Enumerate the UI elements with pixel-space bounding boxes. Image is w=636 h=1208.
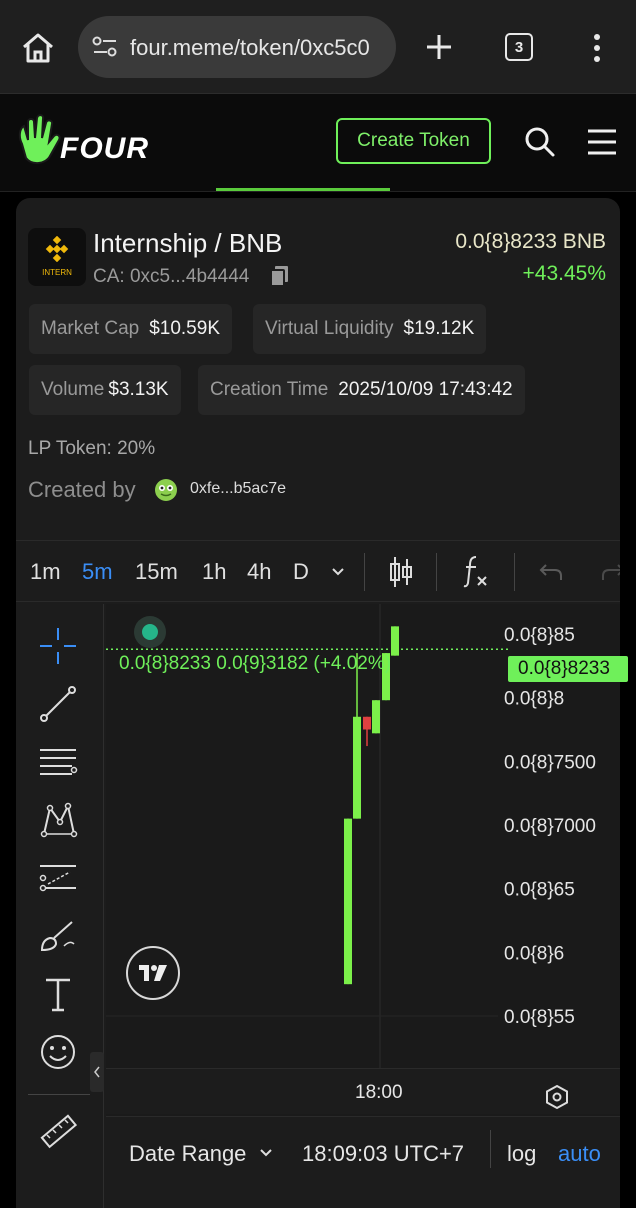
creation-time-stat: Creation Time 2025/10/09 17:43:42 — [198, 365, 525, 415]
search-icon[interactable] — [524, 126, 556, 158]
auto-scale-toggle[interactable]: auto — [558, 1141, 601, 1167]
chevron-down-icon[interactable] — [330, 565, 346, 577]
creation-time-value: 2025/10/09 17:43:42 — [338, 379, 513, 400]
date-range-button[interactable]: Date Range — [129, 1141, 246, 1167]
market-cap-stat: Market Cap $10.59K — [29, 304, 232, 354]
last-price-badge: 0.0{8}8233 — [508, 656, 628, 682]
timeframe-1m[interactable]: 1m — [30, 559, 61, 585]
y-tick-label: 0.0{8}65 — [504, 880, 575, 901]
volume-value: $3.13K — [108, 379, 169, 400]
pattern-icon[interactable] — [34, 796, 82, 844]
price-change: +43.45% — [522, 262, 607, 285]
timeframe-5m[interactable]: 5m — [82, 559, 113, 585]
y-tick-label: 0.0{8}85 — [504, 625, 575, 646]
timeframe-1h[interactable]: 1h — [202, 559, 226, 585]
logo-hand-icon[interactable] — [14, 114, 62, 168]
token-pair-name: Internship / BNB — [93, 228, 283, 258]
last-price-label: 0.0{8}8233 — [518, 658, 610, 679]
trend-line-icon[interactable] — [34, 680, 82, 728]
chart-timeframe-bar: 1m 5m 15m 1h 4h D — [16, 540, 620, 602]
collapse-toolbar-button[interactable] — [90, 1052, 104, 1092]
price-chart[interactable]: 0.0{8}85 0.0{8}8 0.0{8}7500 0.0{8}7000 0.0{8… — [106, 604, 628, 1208]
home-icon[interactable] — [18, 28, 58, 68]
market-cap-value: $10.59K — [149, 318, 220, 339]
emoji-icon[interactable] — [34, 1028, 82, 1076]
horizontal-lines-icon[interactable] — [34, 738, 82, 786]
text-tool-icon[interactable] — [34, 970, 82, 1018]
candle-type-icon[interactable] — [388, 555, 414, 589]
token-avatar-label: INTERN — [42, 268, 72, 277]
timeframe-15m[interactable]: 15m — [135, 559, 178, 585]
volume-label: Volume — [41, 379, 105, 400]
url-text: four.meme/token/0xc5c0 — [130, 35, 370, 60]
creator-avatar[interactable] — [154, 478, 178, 502]
tradingview-logo-icon[interactable] — [126, 946, 180, 1000]
creator-address[interactable]: 0xfe...b5ac7e — [190, 480, 286, 498]
active-nav-indicator — [216, 188, 390, 191]
volume-stat: Volume $3.13K — [29, 365, 181, 415]
virtual-liquidity-stat: Virtual Liquidity $19.12K — [253, 304, 487, 354]
tab-switcher-button[interactable]: 3 — [505, 33, 533, 61]
candle-body — [344, 818, 352, 985]
chart-timezone-clock[interactable]: 18:09:03 UTC+7 — [302, 1141, 464, 1167]
drawing-toolbar — [16, 604, 104, 1208]
site-settings-icon[interactable] — [92, 36, 118, 58]
copy-icon[interactable] — [269, 264, 291, 288]
market-cap-label: Market Cap — [41, 318, 140, 339]
token-price: 0.0{8}8233 BNB — [455, 230, 606, 253]
chart-settings-icon[interactable] — [544, 1084, 570, 1110]
creation-time-label: Creation Time — [210, 379, 329, 400]
candle-body — [391, 626, 399, 656]
candle-body — [353, 716, 361, 819]
status-dot — [134, 616, 166, 648]
bnb-logo-icon — [45, 236, 69, 262]
y-tick-label: 0.0{8}6 — [504, 943, 564, 964]
timeframe-4h[interactable]: 4h — [247, 559, 271, 585]
contract-address: CA: 0xc5...4b4444 — [93, 266, 250, 287]
address-bar[interactable]: four.meme/token/0xc5c0 — [78, 16, 396, 78]
hamburger-menu-icon[interactable] — [586, 128, 618, 156]
ohlc-legend: 0.0{8}8233 0.0{9}3182 (+4.02%) — [119, 653, 392, 674]
site-header: FOUR Create Token — [0, 94, 636, 192]
x-tick-label: 18:00 — [355, 1082, 403, 1103]
lp-token-info: LP Token: 20% — [28, 438, 156, 459]
tab-count: 3 — [514, 38, 524, 56]
divider — [514, 553, 515, 591]
divider — [364, 553, 365, 591]
y-tick-label: 0.0{8}55 — [504, 1007, 575, 1028]
divider — [490, 1130, 491, 1168]
virtual-liquidity-value: $19.12K — [403, 318, 475, 339]
divider — [436, 553, 437, 591]
y-tick-label: 0.0{8}7500 — [504, 752, 596, 773]
forecast-icon[interactable] — [34, 854, 82, 902]
created-by-label: Created by — [28, 477, 136, 502]
indicators-icon[interactable] — [462, 553, 490, 589]
candle-body — [372, 700, 380, 734]
y-tick-label: 0.0{8}7000 — [504, 816, 596, 837]
brush-icon[interactable] — [34, 912, 82, 960]
crosshair-icon[interactable] — [34, 622, 82, 670]
more-menu-icon[interactable] — [590, 32, 604, 64]
candle-body — [363, 716, 371, 730]
browser-toolbar: four.meme/token/0xc5c0 3 — [0, 0, 636, 94]
toolbar-divider — [28, 1094, 90, 1095]
timeframe-d[interactable]: D — [293, 559, 309, 585]
new-tab-icon[interactable] — [424, 32, 454, 62]
undo-icon[interactable] — [538, 561, 564, 583]
ruler-icon[interactable] — [34, 1108, 82, 1156]
create-token-button[interactable]: Create Token — [336, 118, 491, 164]
token-card: INTERN Internship / BNB CA: 0xc5...4b444… — [16, 198, 628, 1208]
token-avatar: INTERN — [28, 228, 86, 286]
y-tick-label: 0.0{8}8 — [504, 689, 564, 710]
logo-text: FOUR — [60, 132, 149, 165]
log-scale-toggle[interactable]: log — [507, 1141, 536, 1167]
virtual-liquidity-label: Virtual Liquidity — [265, 318, 394, 339]
redo-icon[interactable] — [600, 561, 620, 583]
chevron-down-icon[interactable] — [258, 1146, 274, 1158]
